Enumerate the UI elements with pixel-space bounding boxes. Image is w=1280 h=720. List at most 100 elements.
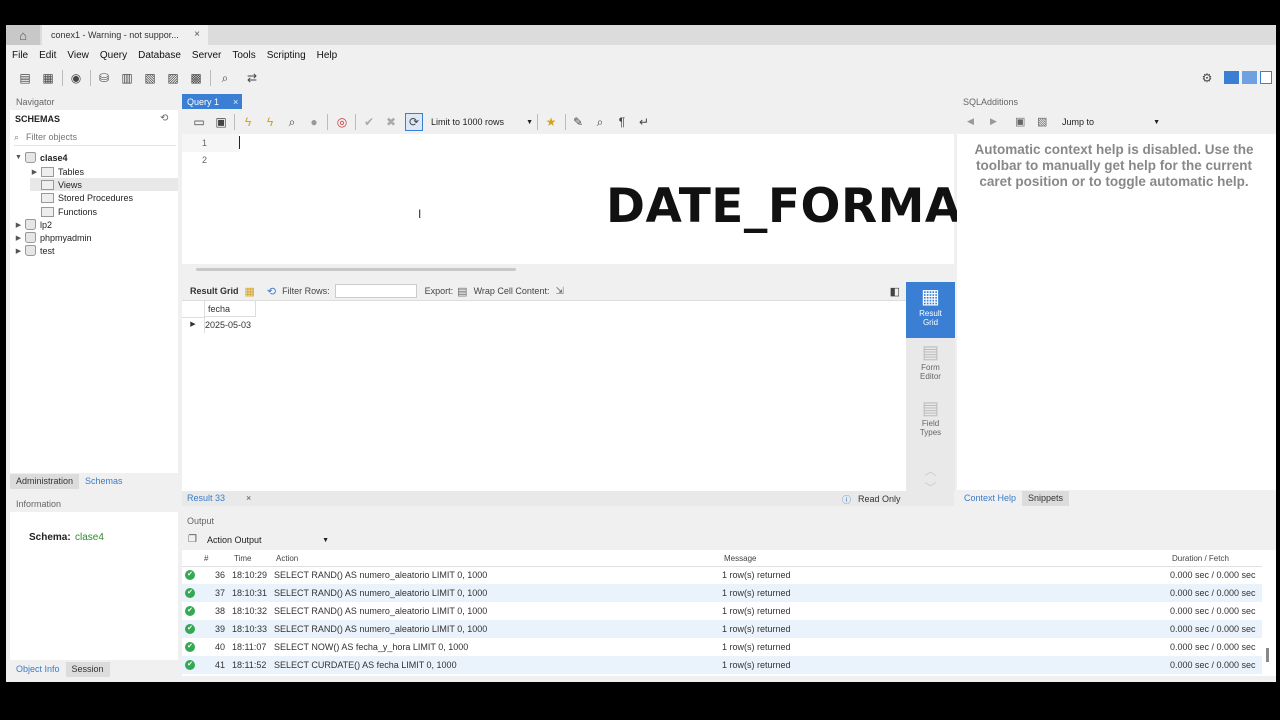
tab-object-info[interactable]: Object Info bbox=[10, 662, 66, 677]
create-procedure-icon[interactable]: ▨ bbox=[164, 69, 182, 87]
toggle-sidebar-icon[interactable] bbox=[1224, 71, 1239, 84]
column-header-fecha[interactable]: fecha bbox=[204, 301, 256, 317]
output-row[interactable]: ✔ 40 18:11:07 SELECT NOW() AS fecha_y_ho… bbox=[182, 638, 1262, 656]
toggle-output-icon[interactable] bbox=[1242, 71, 1257, 84]
toggle-panel-icon[interactable]: ◧ bbox=[890, 285, 900, 298]
grid-icon[interactable]: ▦ bbox=[245, 285, 255, 298]
menu-file[interactable]: File bbox=[12, 50, 28, 61]
menu-database[interactable]: Database bbox=[138, 50, 181, 61]
tree-tables[interactable]: ▶ Tables bbox=[30, 165, 84, 178]
collapse-arrow-icon[interactable]: ▶ bbox=[30, 168, 39, 176]
inspector-icon[interactable]: ◉ bbox=[67, 69, 85, 87]
create-function-icon[interactable]: ▩ bbox=[187, 69, 205, 87]
refresh-icon[interactable]: ⟲ bbox=[267, 285, 276, 298]
create-table-icon[interactable]: ▥ bbox=[118, 69, 136, 87]
new-sql-tab-icon[interactable]: ▤ bbox=[16, 69, 34, 87]
save-icon[interactable]: ▣ bbox=[212, 113, 230, 131]
close-icon[interactable]: × bbox=[194, 29, 200, 40]
side-tab-field-types[interactable]: ▤ Field Types bbox=[906, 398, 955, 448]
query-tab[interactable]: Query 1 × bbox=[182, 94, 242, 109]
filter-objects-input[interactable] bbox=[26, 131, 174, 143]
menu-help[interactable]: Help bbox=[317, 50, 338, 61]
output-row[interactable]: ✔ 37 18:10:31 SELECT RAND() AS numero_al… bbox=[182, 584, 1262, 602]
copy-icon[interactable]: ❐ bbox=[188, 534, 197, 545]
jump-to-select[interactable]: Jump to ▼ bbox=[1062, 114, 1160, 130]
menu-query[interactable]: Query bbox=[100, 50, 127, 61]
autocommit-icon[interactable]: ⟳ bbox=[405, 113, 423, 131]
output-row[interactable]: ✔ 41 18:11:52 SELECT CURDATE() AS fecha … bbox=[182, 656, 1262, 674]
invisible-chars-icon[interactable]: ¶ bbox=[613, 113, 631, 131]
output-row[interactable]: ✔ 38 18:10:32 SELECT RAND() AS numero_al… bbox=[182, 602, 1262, 620]
tab-session[interactable]: Session bbox=[65, 662, 110, 677]
schema-phpmyadmin[interactable]: ▶ phpmyadmin bbox=[14, 231, 92, 244]
add-snippet-icon[interactable]: ★ bbox=[542, 113, 560, 131]
beautify-icon[interactable]: ✎ bbox=[569, 113, 587, 131]
wrap-lines-icon[interactable]: ↵ bbox=[635, 113, 653, 131]
output-row[interactable]: ✔ 39 18:10:33 SELECT RAND() AS numero_al… bbox=[182, 620, 1262, 638]
output-scrollbar[interactable] bbox=[1266, 648, 1269, 662]
auto-help-icon[interactable]: ▧ bbox=[1037, 115, 1047, 128]
close-icon[interactable]: × bbox=[233, 97, 238, 107]
explain-icon[interactable]: ⌕ bbox=[283, 113, 301, 131]
home-tab[interactable]: ⌂ bbox=[6, 25, 40, 45]
connection-tab[interactable]: conex1 - Warning - not suppor... × bbox=[42, 25, 208, 45]
reconnect-icon[interactable]: ⇄ bbox=[243, 69, 261, 87]
tab-snippets[interactable]: Snippets bbox=[1022, 491, 1070, 506]
export-icon[interactable]: ▤ bbox=[457, 285, 467, 298]
result-cell[interactable]: 2025-05-03 bbox=[204, 317, 256, 333]
tree-functions[interactable]: Functions bbox=[30, 205, 97, 218]
output-header: Output bbox=[187, 516, 215, 526]
menu-edit[interactable]: Edit bbox=[39, 50, 56, 61]
output-row[interactable]: ✔ 36 18:10:29 SELECT RAND() AS numero_al… bbox=[182, 566, 1262, 584]
find-icon[interactable]: ⌕ bbox=[591, 113, 609, 131]
stop-icon[interactable]: ● bbox=[305, 113, 323, 131]
settings-gear-icon[interactable]: ⚙ bbox=[1198, 69, 1216, 87]
tab-schemas[interactable]: Schemas bbox=[79, 474, 129, 489]
row-pointer-icon: ▶ bbox=[182, 317, 205, 333]
output-type-select[interactable]: Action Output ▼ bbox=[207, 533, 329, 547]
tab-administration[interactable]: Administration bbox=[10, 474, 80, 489]
wrap-cell-icon[interactable]: ⇲ bbox=[555, 286, 563, 297]
row-message: 1 row(s) returned bbox=[722, 606, 791, 616]
manual-help-icon[interactable]: ▣ bbox=[1015, 115, 1025, 128]
result-grid-icon: ▦ bbox=[921, 286, 940, 308]
schema-clase4[interactable]: ▼ clase4 bbox=[14, 151, 68, 164]
execute-icon[interactable]: ϟ bbox=[239, 113, 257, 131]
create-schema-icon[interactable]: ⛁ bbox=[95, 69, 113, 87]
collapse-arrow-icon[interactable]: ▶ bbox=[14, 221, 23, 229]
tab-context-help[interactable]: Context Help bbox=[958, 491, 1023, 506]
tree-views[interactable]: Views bbox=[30, 178, 178, 191]
close-icon[interactable]: × bbox=[246, 493, 251, 503]
collapse-arrow-icon[interactable]: ▶ bbox=[14, 234, 23, 242]
collapse-arrow-icon[interactable]: ▶ bbox=[14, 247, 23, 255]
open-sql-script-icon[interactable]: ▦ bbox=[39, 69, 57, 87]
forward-icon[interactable]: ▶ bbox=[990, 116, 997, 127]
menu-tools[interactable]: Tools bbox=[232, 50, 255, 61]
toggle-secondary-sidebar-icon[interactable] bbox=[1260, 71, 1272, 84]
menu-scripting[interactable]: Scripting bbox=[267, 50, 306, 61]
commit-icon[interactable]: ✔ bbox=[360, 113, 378, 131]
refresh-schemas-icon[interactable]: ⟲ bbox=[160, 113, 168, 124]
execute-statement-icon[interactable]: ϟ bbox=[261, 113, 279, 131]
sql-additions-header: SQLAdditions bbox=[963, 97, 1019, 107]
schema-test[interactable]: ▶ test bbox=[14, 244, 55, 257]
side-tab-result-grid[interactable]: ▦ Result Grid bbox=[906, 282, 955, 338]
result-tab[interactable]: Result 33 bbox=[187, 493, 225, 503]
side-tab-label: Field Types bbox=[919, 419, 942, 437]
menu-view[interactable]: View bbox=[67, 50, 89, 61]
rollback-icon[interactable]: ✖ bbox=[382, 113, 400, 131]
limit-rows-select[interactable]: Limit to 1000 rows ▼ bbox=[431, 114, 533, 130]
open-file-icon[interactable]: ▭ bbox=[190, 113, 208, 131]
search-table-data-icon[interactable]: ⌕ bbox=[216, 69, 234, 87]
expand-arrow-icon[interactable]: ▼ bbox=[14, 154, 23, 161]
scroll-side-tabs-icon[interactable]: ︿ ﹀ bbox=[906, 462, 955, 495]
toggle-error-icon[interactable]: ◎ bbox=[333, 113, 351, 131]
horizontal-scrollbar[interactable] bbox=[196, 268, 516, 271]
schema-lp2[interactable]: ▶ lp2 bbox=[14, 218, 52, 231]
create-view-icon[interactable]: ▧ bbox=[141, 69, 159, 87]
filter-rows-input[interactable] bbox=[334, 284, 417, 298]
side-tab-form-editor[interactable]: ▤ Form Editor bbox=[906, 342, 955, 392]
back-icon[interactable]: ◀ bbox=[967, 116, 974, 127]
menu-server[interactable]: Server bbox=[192, 50, 221, 61]
tree-stored-procedures[interactable]: Stored Procedures bbox=[30, 191, 133, 204]
